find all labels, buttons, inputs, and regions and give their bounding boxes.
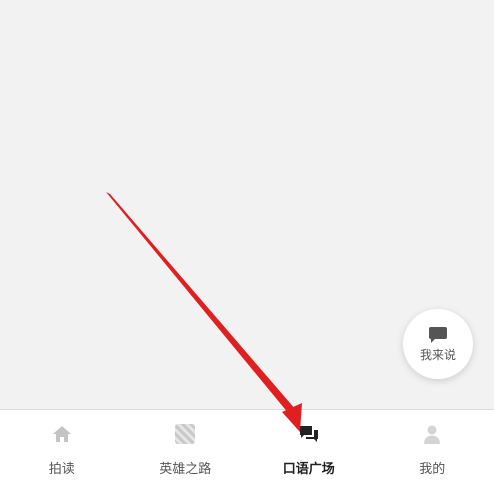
tab-hero-road-label: 英雄之路 (159, 458, 211, 477)
tab-reading-label: 拍读 (49, 458, 75, 477)
tab-mine-label: 我的 (419, 458, 445, 477)
bottom-tab-bar: 拍读 英雄之路 口语广场 我的 (0, 409, 494, 482)
tab-speaking-square[interactable]: 口语广场 (247, 410, 371, 482)
tab-hero-road[interactable]: 英雄之路 (124, 410, 248, 482)
speak-fab-button[interactable]: 我来说 (403, 309, 473, 379)
tab-speaking-square-label: 口语广场 (283, 458, 335, 477)
person-icon (421, 423, 443, 445)
tab-reading[interactable]: 拍读 (0, 410, 124, 482)
chat-bubbles-icon (299, 425, 319, 443)
chat-bubble-icon (429, 327, 447, 343)
hero-road-icon (175, 424, 195, 444)
home-icon (52, 425, 72, 443)
speak-fab-label: 我来说 (420, 348, 456, 362)
tab-mine[interactable]: 我的 (371, 410, 494, 482)
